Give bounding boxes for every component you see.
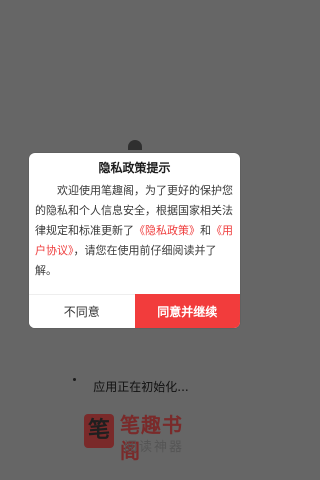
app-slogan: 阅读神器 <box>124 440 185 455</box>
dialog-button-row: 不同意 同意并继续 <box>29 294 240 328</box>
privacy-policy-link[interactable]: 《隐私政策》 <box>134 224 200 237</box>
dialog-title: 隐私政策提示 <box>98 161 171 175</box>
app-logo-icon: 笔 <box>84 414 114 448</box>
dialog-message: 欢迎使用笔趣阁，为了更好的保护您的隐私和个人信息安全，根据国家相关法律规定和标准… <box>35 181 234 281</box>
disagree-button[interactable]: 不同意 <box>29 294 135 328</box>
app-name: 笔趣书阁 <box>120 413 183 463</box>
privacy-dialog: 隐私政策提示 欢迎使用笔趣阁，为了更好的保护您的隐私和个人信息安全，根据国家相关… <box>29 153 240 328</box>
brand-block: 笔 笔趣书阁 阅读神器 <box>84 412 194 464</box>
message-text-and: 和 <box>200 224 211 237</box>
top-indicator <box>128 140 142 150</box>
loading-status: 应用正在初始化... <box>93 380 189 394</box>
agree-continue-button[interactable]: 同意并继续 <box>134 294 240 328</box>
splash-screen: 隐私政策提示 欢迎使用笔趣阁，为了更好的保护您的隐私和个人信息安全，根据国家相关… <box>0 0 270 480</box>
